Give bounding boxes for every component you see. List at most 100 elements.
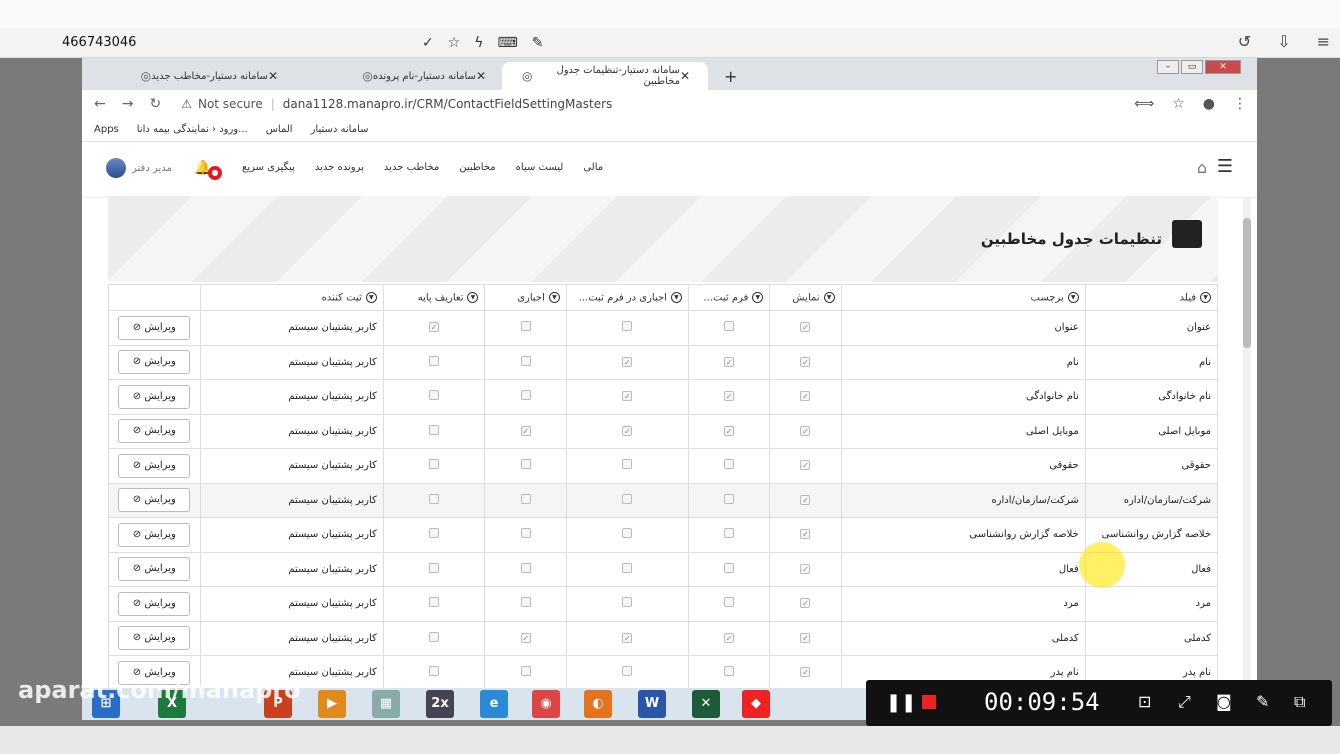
checkbox[interactable] bbox=[724, 321, 735, 332]
checkbox[interactable] bbox=[724, 528, 735, 539]
new-tab-button[interactable]: + bbox=[714, 62, 747, 90]
checkbox[interactable]: ✓ bbox=[724, 425, 735, 436]
bookmark-dana[interactable]: ورود ‹ نمایندگی بیمه دانا... bbox=[137, 124, 248, 135]
checkbox[interactable]: ✓ bbox=[800, 425, 811, 436]
user-menu[interactable]: مدیر دفتر bbox=[106, 158, 172, 178]
camtasia-icon[interactable]: ✕ bbox=[692, 690, 720, 718]
filter-icon[interactable]: ▼ bbox=[1200, 291, 1211, 303]
checkbox[interactable]: ✓ bbox=[622, 632, 633, 643]
edit-button[interactable]: ویرایش ⊘ bbox=[118, 453, 191, 478]
checkbox[interactable]: ✓ bbox=[800, 322, 811, 333]
url-input[interactable]: dana1128.manapro.ir/CRM/ContactFieldSett… bbox=[283, 97, 613, 111]
close-tab-icon[interactable]: ✕ bbox=[476, 69, 486, 83]
column-header[interactable]: ▼تعاریف پایه bbox=[382, 284, 486, 311]
checkbox[interactable] bbox=[622, 666, 633, 677]
checkbox[interactable]: ✓ bbox=[800, 460, 811, 471]
lightning-icon[interactable]: ϟ bbox=[474, 35, 483, 51]
tab-contact-settings[interactable]: ✕ سامانه دستیار-تنظیمات جدول مخاطبین ◎ bbox=[502, 62, 708, 90]
close-window-icon[interactable]: ✕ bbox=[1205, 60, 1241, 74]
keyboard-icon[interactable]: ⌨ bbox=[498, 35, 518, 51]
close-tab-icon[interactable]: ✕ bbox=[680, 69, 690, 83]
checkbox[interactable] bbox=[622, 562, 633, 573]
outer-address[interactable]: 466743046 bbox=[62, 35, 362, 50]
firefox-icon[interactable]: ◐ bbox=[584, 690, 612, 718]
filter-icon[interactable]: ▼ bbox=[548, 291, 560, 303]
bookmark-dastyar[interactable]: سامانه دستیار bbox=[311, 124, 369, 135]
checkbox[interactable] bbox=[429, 493, 440, 504]
nav-new-case[interactable]: پرونده جدید bbox=[315, 162, 364, 173]
filter-icon[interactable]: ▼ bbox=[1067, 291, 1079, 303]
ie-icon[interactable]: e bbox=[480, 690, 508, 718]
tab-new-contact[interactable]: ✕ سامانه دستیار-مخاطب جدید ◎ bbox=[96, 62, 296, 90]
profile-icon[interactable]: ● bbox=[1203, 96, 1215, 112]
checkbox[interactable] bbox=[520, 562, 531, 573]
nav-finance[interactable]: مالی bbox=[583, 162, 603, 173]
checkbox[interactable]: ✓ bbox=[724, 356, 735, 367]
more-icon[interactable]: ⋮ bbox=[1233, 96, 1247, 112]
nav-new-contact[interactable]: مخاطب جدید bbox=[384, 162, 439, 173]
checkbox[interactable]: ✓ bbox=[800, 667, 811, 678]
filter-icon[interactable]: ▼ bbox=[823, 291, 835, 303]
filter-icon[interactable]: ▼ bbox=[365, 291, 377, 303]
checkbox[interactable] bbox=[520, 666, 531, 677]
checkbox[interactable]: ✓ bbox=[429, 322, 440, 333]
word-icon[interactable]: W bbox=[638, 690, 666, 718]
checkbox[interactable] bbox=[724, 666, 735, 677]
close-tab-icon[interactable]: ✕ bbox=[268, 69, 278, 83]
translate-icon[interactable]: ⟺ bbox=[1134, 96, 1154, 112]
edit-button[interactable]: ویرایش ⊘ bbox=[118, 488, 191, 513]
checkbox[interactable] bbox=[622, 493, 633, 504]
checkbox[interactable]: ✓ bbox=[800, 598, 811, 609]
checkbox[interactable] bbox=[520, 459, 531, 470]
filter-icon[interactable]: ▼ bbox=[752, 291, 764, 303]
column-header[interactable] bbox=[108, 284, 201, 311]
nav-contacts[interactable]: مخاطبین bbox=[459, 162, 495, 173]
checkbox[interactable]: ✓ bbox=[724, 391, 735, 402]
checkbox[interactable] bbox=[520, 355, 531, 366]
edit-button[interactable]: ویرایش ⊘ bbox=[118, 557, 191, 582]
screenshot-area-icon[interactable]: ⊡ bbox=[1138, 692, 1151, 711]
edit-button[interactable]: ویرایش ⊘ bbox=[118, 626, 191, 651]
fullscreen-icon[interactable]: ⤢ bbox=[1178, 692, 1191, 712]
bookmark-star-icon[interactable]: ☆ bbox=[1172, 96, 1185, 112]
checkbox[interactable] bbox=[429, 390, 440, 401]
checkbox[interactable] bbox=[622, 459, 633, 470]
nav-quick-followup[interactable]: پیگیری سریع bbox=[242, 162, 295, 173]
checkbox[interactable] bbox=[520, 493, 531, 504]
calculator-icon[interactable]: ▦ bbox=[372, 690, 400, 718]
column-header[interactable]: ▼برچسب bbox=[840, 284, 1086, 311]
column-header[interactable]: ▼فرم ثبت... bbox=[687, 284, 771, 311]
media-player-icon[interactable]: ▶ bbox=[318, 690, 346, 718]
edit-button[interactable]: ویرایش ⊘ bbox=[118, 591, 191, 616]
pause-icon[interactable]: ❚❚ bbox=[886, 692, 916, 713]
check-icon[interactable]: ✓ bbox=[422, 35, 434, 51]
back-icon[interactable]: ← bbox=[94, 96, 106, 112]
checkbox[interactable] bbox=[622, 597, 633, 608]
checkbox[interactable] bbox=[520, 390, 531, 401]
checkbox[interactable]: ✓ bbox=[800, 632, 811, 643]
hamburger-icon[interactable]: ☰ bbox=[1217, 156, 1233, 177]
download-icon[interactable]: ⇩ bbox=[1277, 32, 1290, 51]
reload-icon[interactable]: ↻ bbox=[149, 96, 161, 112]
scrollbar-thumb[interactable] bbox=[1243, 218, 1251, 348]
checkbox[interactable]: ✓ bbox=[520, 632, 531, 643]
checkbox[interactable] bbox=[724, 493, 735, 504]
edit-button[interactable]: ویرایش ⊘ bbox=[118, 350, 191, 375]
filter-icon[interactable]: ▼ bbox=[670, 291, 682, 303]
stop-icon[interactable] bbox=[922, 695, 936, 709]
forward-icon[interactable]: → bbox=[122, 96, 134, 112]
column-header[interactable]: ▼اجباری در فرم ثبت... bbox=[565, 284, 689, 311]
star-icon[interactable]: ☆ bbox=[448, 35, 461, 51]
chrome-icon[interactable]: ◉ bbox=[532, 690, 560, 718]
checkbox[interactable] bbox=[429, 355, 440, 366]
checkbox[interactable] bbox=[622, 321, 633, 332]
pen-icon[interactable]: ✎ bbox=[532, 35, 544, 51]
history-icon[interactable]: ↺ bbox=[1238, 32, 1251, 51]
checkbox[interactable] bbox=[724, 562, 735, 573]
checkbox[interactable]: ✓ bbox=[622, 425, 633, 436]
edit-button[interactable]: ویرایش ⊘ bbox=[118, 522, 191, 547]
edit-button[interactable]: ویرایش ⊘ bbox=[118, 384, 191, 409]
checkbox[interactable] bbox=[429, 631, 440, 642]
checkbox[interactable] bbox=[520, 597, 531, 608]
edit-button[interactable]: ویرایش ⊘ bbox=[118, 315, 191, 340]
